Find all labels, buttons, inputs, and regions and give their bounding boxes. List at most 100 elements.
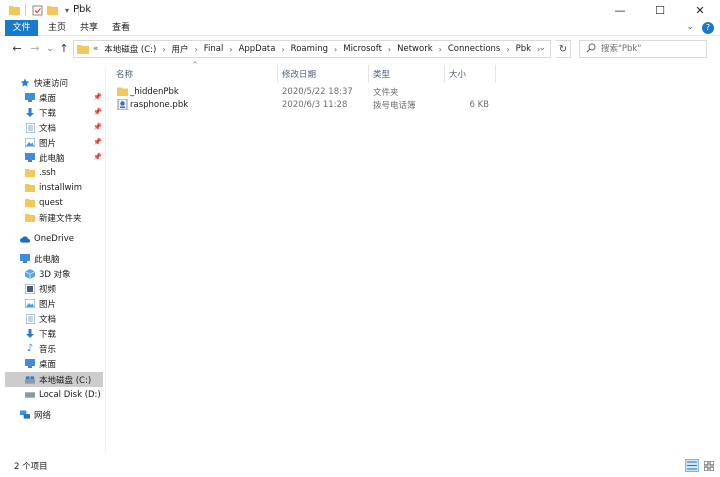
sidebar-item-desktop[interactable]: 桌面 bbox=[25, 90, 56, 105]
sidebar-item-this-pc-pinned[interactable]: 此电脑 bbox=[25, 150, 65, 165]
sidebar-item-pictures-pc[interactable]: 图片 bbox=[25, 296, 56, 311]
desktop-icon bbox=[25, 93, 35, 103]
sidebar-item-label: quest bbox=[39, 197, 63, 208]
desktop-icon bbox=[25, 359, 35, 369]
chevron-right-icon[interactable]: › bbox=[162, 45, 165, 54]
breadcrumb-drive-c[interactable]: 本地磁盘 (C:) bbox=[104, 43, 156, 55]
forward-arrow-icon[interactable]: → bbox=[28, 42, 42, 56]
refresh-button[interactable]: ↻ bbox=[556, 40, 571, 58]
column-divider[interactable] bbox=[495, 65, 496, 83]
customize-toolbar-icon[interactable]: ▾ bbox=[61, 4, 73, 16]
file-type: 拨号电话簿 bbox=[373, 100, 416, 111]
breadcrumb-connections[interactable]: Connections bbox=[448, 44, 501, 54]
folder-icon bbox=[25, 198, 35, 208]
tab-share[interactable]: 共享 bbox=[77, 20, 101, 36]
chevron-right-icon[interactable]: › bbox=[281, 45, 284, 54]
chevron-right-icon[interactable]: › bbox=[506, 45, 509, 54]
minimize-button[interactable]: — bbox=[600, 0, 640, 20]
search-input[interactable] bbox=[601, 44, 701, 54]
address-history-dropdown-icon[interactable]: ⌄ bbox=[538, 43, 546, 53]
chevron-right-icon[interactable]: › bbox=[195, 45, 198, 54]
status-bar: 2 个项目 bbox=[0, 456, 720, 477]
up-arrow-icon[interactable]: ↑ bbox=[57, 42, 71, 56]
pin-icon[interactable]: 📌 bbox=[93, 123, 102, 131]
sidebar-item-quick-access[interactable]: 快速访问 bbox=[20, 75, 68, 90]
details-view-button[interactable] bbox=[685, 459, 699, 472]
column-header-label: 名称 bbox=[116, 70, 134, 80]
large-icons-view-button[interactable] bbox=[702, 459, 716, 472]
tab-view[interactable]: 查看 bbox=[109, 20, 133, 36]
sidebar-item-desktop-pc[interactable]: 桌面 bbox=[25, 356, 56, 371]
folder-icon[interactable] bbox=[8, 4, 20, 16]
sidebar-item-drive-d[interactable]: Local Disk (D:) bbox=[25, 387, 101, 402]
sidebar-item-label: 此电脑 bbox=[34, 254, 60, 265]
table-row[interactable]: rasphone.pbk 2020/6/3 11:28 拨号电话簿 6 KB bbox=[115, 98, 495, 111]
download-icon bbox=[25, 107, 35, 118]
large-icons-view-icon bbox=[704, 460, 714, 471]
ribbon: 文件 主页 共享 查看 ⌄ ? bbox=[0, 20, 720, 36]
recent-locations-icon[interactable]: ⌄ bbox=[43, 42, 57, 56]
sidebar-item-label: 下载 bbox=[39, 329, 57, 340]
sidebar-item-new-folder[interactable]: 新建文件夹 bbox=[25, 210, 82, 225]
sidebar-item-documents[interactable]: 文档 bbox=[25, 120, 56, 135]
sidebar-item-downloads[interactable]: 下载 bbox=[25, 105, 56, 120]
quick-access-toolbar: ▾ bbox=[8, 4, 81, 16]
pin-icon[interactable]: 📌 bbox=[93, 108, 102, 116]
file-list[interactable]: 名称 ^ 修改日期 类型 大小 _hiddenPbk 2020/5/22 18:… bbox=[106, 61, 714, 454]
sidebar-item-ssh[interactable]: .ssh bbox=[25, 165, 56, 180]
maximize-button[interactable]: ☐ bbox=[640, 0, 680, 20]
breadcrumb-network[interactable]: Network bbox=[397, 44, 433, 54]
sidebar-item-music[interactable]: ♪ 音乐 bbox=[25, 341, 56, 356]
sidebar-item-videos[interactable]: 视频 bbox=[25, 281, 56, 296]
sidebar-item-documents-pc[interactable]: 文档 bbox=[25, 311, 56, 326]
sidebar-item-downloads-pc[interactable]: 下载 bbox=[25, 326, 56, 341]
address-bar[interactable]: « 本地磁盘 (C:) › 用户 › Final › AppData › Roaming… bbox=[73, 40, 551, 58]
table-row[interactable]: _hiddenPbk 2020/5/22 18:37 文件夹 bbox=[115, 85, 495, 98]
sidebar-item-network[interactable]: 网络 bbox=[20, 407, 51, 422]
download-icon bbox=[25, 328, 35, 339]
cloud-icon bbox=[20, 234, 30, 244]
search-box[interactable] bbox=[579, 40, 707, 58]
sidebar-item-installwim[interactable]: installwim bbox=[25, 180, 82, 195]
help-icon[interactable]: ? bbox=[702, 22, 714, 34]
back-arrow-icon[interactable]: ← bbox=[10, 42, 24, 56]
pin-icon[interactable]: 📌 bbox=[93, 153, 102, 161]
column-header-name[interactable]: 名称 bbox=[116, 67, 133, 81]
breadcrumb-roaming[interactable]: Roaming bbox=[291, 44, 328, 54]
column-header-date[interactable]: 修改日期 bbox=[282, 67, 316, 81]
navigation-pane[interactable]: 快速访问 桌面 📌 下载 📌 文档 📌 图片 📌 此电脑 📌 .ssh inst… bbox=[0, 66, 106, 454]
breadcrumb-microsoft[interactable]: Microsoft bbox=[343, 44, 382, 54]
properties-icon[interactable] bbox=[31, 4, 43, 16]
breadcrumb-overflow[interactable]: « bbox=[93, 44, 98, 54]
new-folder-icon[interactable] bbox=[46, 4, 58, 16]
breadcrumb-pbk[interactable]: Pbk bbox=[516, 44, 531, 54]
sidebar-item-pictures[interactable]: 图片 bbox=[25, 135, 56, 150]
column-divider[interactable] bbox=[277, 65, 278, 83]
breadcrumb-appdata[interactable]: AppData bbox=[239, 44, 276, 54]
breadcrumb: « 本地磁盘 (C:) › 用户 › Final › AppData › Roaming… bbox=[93, 43, 546, 55]
sidebar-item-label: OneDrive bbox=[34, 233, 74, 244]
file-size: 6 KB bbox=[469, 99, 489, 110]
pin-icon[interactable]: 📌 bbox=[93, 93, 102, 101]
sidebar-item-quest[interactable]: quest bbox=[25, 195, 63, 210]
sidebar-item-drive-c[interactable]: 本地磁盘 (C:) bbox=[5, 372, 103, 387]
chevron-right-icon[interactable]: › bbox=[388, 45, 391, 54]
breadcrumb-final[interactable]: Final bbox=[204, 44, 224, 54]
chevron-right-icon[interactable]: › bbox=[439, 45, 442, 54]
column-divider[interactable] bbox=[368, 65, 369, 83]
column-header-size[interactable]: 大小 bbox=[449, 67, 466, 81]
breadcrumb-users[interactable]: 用户 bbox=[172, 43, 189, 55]
column-header-type[interactable]: 类型 bbox=[373, 67, 390, 81]
expand-ribbon-icon[interactable]: ⌄ bbox=[686, 22, 694, 32]
sidebar-item-this-pc[interactable]: 此电脑 bbox=[20, 251, 60, 266]
sidebar-item-label: 3D 对象 bbox=[39, 269, 71, 280]
close-button[interactable]: ✕ bbox=[680, 0, 720, 20]
chevron-right-icon[interactable]: › bbox=[334, 45, 337, 54]
tab-file[interactable]: 文件 bbox=[5, 20, 38, 36]
sidebar-item-onedrive[interactable]: OneDrive bbox=[20, 231, 74, 246]
pin-icon[interactable]: 📌 bbox=[93, 138, 102, 146]
chevron-right-icon[interactable]: › bbox=[229, 45, 232, 54]
sidebar-item-3d-objects[interactable]: 3D 对象 bbox=[25, 266, 71, 281]
column-divider[interactable] bbox=[444, 65, 445, 83]
tab-home[interactable]: 主页 bbox=[45, 20, 69, 36]
